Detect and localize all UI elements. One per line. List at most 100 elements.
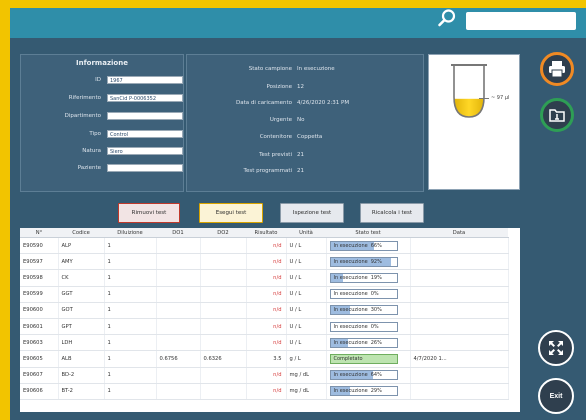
cell-do2: [200, 383, 247, 400]
status-label: In esecuzione: [333, 274, 368, 281]
cell-stato-test: In esecuzione 92%: [326, 253, 411, 271]
col-header-stato-test[interactable]: Stato test: [326, 228, 410, 238]
status-progress-bar: In esecuzione 30%: [329, 305, 398, 316]
cell-risultato: n/d: [246, 318, 287, 336]
status-completed-badge: Completato: [329, 353, 398, 364]
cell-risultato: n/d: [246, 334, 287, 352]
status-label: In esecuzione: [333, 258, 368, 265]
field-label-riferimento: Riferimento: [68, 95, 101, 101]
cell-data: [410, 334, 509, 352]
col-header-do1[interactable]: DO1: [156, 228, 200, 238]
volume-pointer: [479, 98, 489, 99]
table-row[interactable]: E90590 ALP 1 n/d U / L In esecuzione 66%: [20, 237, 509, 255]
col-header-risultato[interactable]: Risultato: [246, 228, 286, 238]
cell-n: E90605: [20, 350, 59, 368]
col-header-unita[interactable]: Unità: [286, 228, 326, 238]
status-label: In esecuzione: [333, 307, 368, 314]
cell-risultato: n/d: [246, 269, 287, 287]
exit-label: Exit: [549, 392, 563, 400]
col-header-n[interactable]: N°: [20, 228, 58, 238]
cell-n: E90601: [20, 318, 59, 336]
execute-test-button[interactable]: Esegui test: [199, 203, 263, 223]
printer-icon: [549, 61, 565, 78]
cell-stato-test: In esecuzione 66%: [326, 237, 411, 255]
cell-diluizione: 1: [104, 350, 157, 368]
status-progress-bar: In esecuzione 0%: [329, 321, 398, 332]
fullscreen-button[interactable]: [538, 330, 574, 366]
sample-value-urgente: No: [297, 117, 305, 123]
cell-unita: mg / dL: [286, 383, 327, 400]
field-label-paziente: Paziente: [77, 165, 101, 171]
col-header-data[interactable]: Data: [410, 228, 508, 238]
print-button[interactable]: [540, 52, 574, 86]
cell-do2: [200, 334, 247, 352]
field-riferimento[interactable]: SanCid P-0006352: [107, 94, 183, 102]
exit-button[interactable]: Exit: [538, 378, 574, 414]
table-header: N° Codice Diluizione DO1 DO2 Risultato U…: [20, 228, 508, 238]
cell-codice: GGT: [58, 286, 105, 303]
cell-diluizione: 1: [104, 253, 157, 271]
search-input[interactable]: [466, 12, 576, 30]
search-icon[interactable]: [437, 8, 457, 28]
cell-n: E90607: [20, 367, 59, 384]
table-row[interactable]: E90599 GGT 1 n/d U / L In esecuzione 0%: [20, 286, 509, 303]
sample-label-urgente: Urgente: [269, 117, 292, 123]
field-label-tipo: Tipo: [89, 131, 101, 137]
col-header-codice[interactable]: Codice: [58, 228, 104, 238]
sample-value-data: 4/26/2020 2:31 PM: [297, 100, 350, 106]
table-row[interactable]: E90603 LDH 1 n/d U / L In esecuzione 26%: [20, 334, 509, 352]
cell-do2: [200, 302, 247, 319]
cell-codice: GPT: [58, 318, 105, 336]
status-progress-bar: In esecuzione 92%: [329, 256, 398, 267]
table-row[interactable]: E90606 BT-2 1 n/d mg / dL In esecuzione 29%: [20, 383, 509, 400]
col-header-diluizione[interactable]: Diluizione: [104, 228, 156, 238]
tube-panel: ~ 97 µl: [428, 54, 520, 190]
field-natura[interactable]: Siero: [107, 147, 183, 155]
cell-n: E90603: [20, 334, 59, 352]
cell-data: [410, 237, 509, 255]
archive-button[interactable]: [540, 98, 574, 132]
inspect-test-button[interactable]: Ispezione test: [280, 203, 344, 223]
sample-value-contenitore: Coppetta: [297, 134, 323, 140]
status-progress-bar: In esecuzione 29%: [329, 386, 398, 397]
cell-codice: GOT: [58, 302, 105, 319]
field-dipartimento[interactable]: [107, 112, 183, 120]
cell-n: E90600: [20, 302, 59, 319]
table-row[interactable]: E90605 ALB 1 0.6756 0.6326 3.5 g / L Completato…: [20, 350, 509, 368]
cell-diluizione: 1: [104, 302, 157, 319]
status-progress-bar: In esecuzione 66%: [329, 240, 398, 251]
table-row[interactable]: E90597 AMY 1 n/d U / L In esecuzione 92%: [20, 253, 509, 271]
cell-do2: [200, 237, 247, 255]
cell-codice: ALB: [58, 350, 105, 368]
cell-do1: [156, 318, 201, 336]
cell-risultato: 3.5: [246, 350, 287, 368]
cell-codice: BT-2: [58, 383, 105, 400]
cell-data: [410, 367, 509, 384]
cell-data: [410, 286, 509, 303]
cell-codice: BD-2: [58, 367, 105, 384]
field-paziente[interactable]: [107, 164, 183, 172]
table-row[interactable]: E90607 BD-2 1 n/d mg / dL In esecuzione 64%: [20, 367, 509, 384]
sample-value-test-previsti: 21: [297, 152, 304, 158]
col-header-do2[interactable]: DO2: [200, 228, 246, 238]
recalc-test-button[interactable]: Ricalcola i test: [360, 203, 424, 223]
status-percent: 66%: [370, 242, 382, 249]
table-row[interactable]: E90601 GPT 1 n/d U / L In esecuzione 0%: [20, 318, 509, 336]
cell-codice: AMY: [58, 253, 105, 271]
cell-do2: [200, 269, 247, 287]
cell-do2: [200, 253, 247, 271]
table-row[interactable]: E90598 CK 1 n/d U / L In esecuzione 19%: [20, 269, 509, 287]
status-progress-bar: In esecuzione 64%: [329, 370, 398, 381]
field-tipo[interactable]: Control: [107, 130, 183, 138]
cell-stato-test: In esecuzione 29%: [326, 383, 411, 400]
status-progress-bar: In esecuzione 0%: [329, 289, 398, 300]
status-percent: 64%: [370, 372, 382, 379]
table-row[interactable]: E90600 GOT 1 n/d U / L In esecuzione 30%: [20, 302, 509, 319]
field-id[interactable]: 1967: [107, 76, 183, 84]
cell-unita: mg / dL: [286, 367, 327, 384]
remove-test-button[interactable]: Rimuovi test: [118, 203, 180, 223]
cell-codice: ALP: [58, 237, 105, 255]
status-percent: 29%: [370, 388, 382, 395]
cell-do1: [156, 383, 201, 400]
cell-data: [410, 318, 509, 336]
